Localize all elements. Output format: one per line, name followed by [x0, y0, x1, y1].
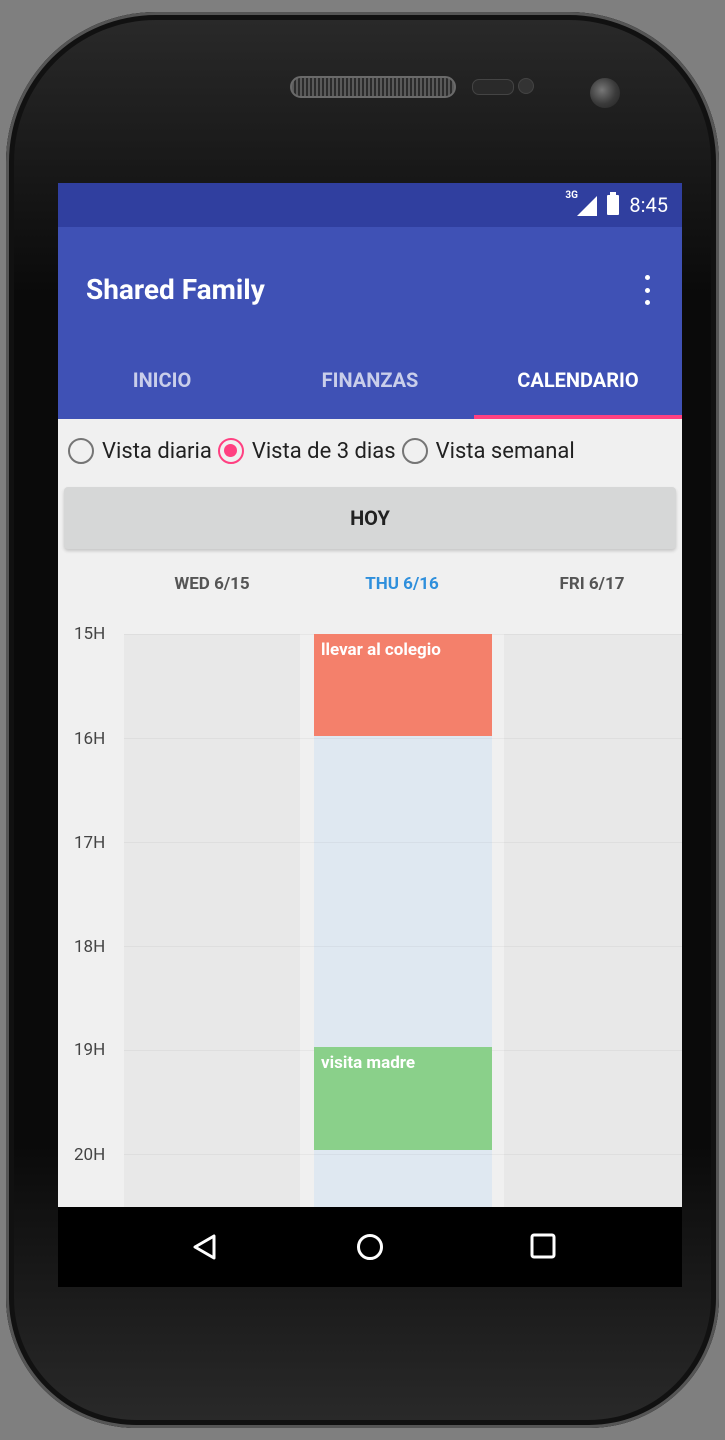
tab-finanzas[interactable]: FINANZAS	[266, 347, 474, 419]
day-column-fri[interactable]	[504, 634, 682, 1287]
hour-gridline	[124, 1154, 682, 1155]
radio-label: Vista semanal	[435, 438, 575, 464]
event-llevar-al-colegio[interactable]: llevar al colegio	[314, 634, 492, 736]
battery-icon	[607, 192, 620, 215]
hour-gridline	[124, 738, 682, 739]
hour-label: 19H	[74, 1040, 106, 1060]
event-visita-madre[interactable]: visita madre	[314, 1047, 492, 1150]
tab-bar: INICIO FINANZAS CALENDARIO	[58, 347, 682, 419]
tab-calendario[interactable]: CALENDARIO	[474, 347, 682, 419]
radio-checked-icon[interactable]	[217, 438, 244, 464]
radio-unchecked-icon[interactable]	[68, 438, 94, 464]
status-bar: 3G 8:45	[58, 183, 682, 227]
signal-icon: 3G	[565, 190, 598, 216]
today-button[interactable]: HOY	[64, 487, 676, 549]
home-icon[interactable]	[356, 1233, 384, 1261]
proximity-sensor	[472, 79, 514, 95]
hour-label: 17H	[74, 833, 106, 853]
back-icon[interactable]	[192, 1233, 218, 1261]
hour-label: 15H	[74, 624, 106, 644]
light-sensor	[518, 78, 534, 94]
radio-unchecked-icon[interactable]	[401, 438, 428, 464]
view-mode-radio-group: Vista diaria Vista de 3 dias Vista seman…	[58, 419, 682, 483]
hour-label: 16H	[74, 729, 106, 749]
recents-icon[interactable]	[530, 1233, 556, 1259]
radio-label: Vista diaria	[102, 438, 212, 464]
hour-gridline	[124, 946, 682, 947]
app-bar: Shared Family INICIO FINANZAS CALENDARIO	[58, 227, 682, 419]
radio-vista-3-dias[interactable]: Vista de 3 dias	[217, 438, 396, 464]
calendar-week-view: WED 6/15 THU 6/16 FRI 6/17 15H 16H 17H 1…	[58, 549, 682, 1287]
hour-label: 20H	[74, 1145, 106, 1165]
front-camera-icon	[590, 78, 620, 108]
overflow-menu-icon[interactable]	[642, 275, 652, 305]
app-title: Shared Family	[86, 273, 265, 306]
network-type-label: 3G	[565, 190, 578, 201]
radio-vista-semanal[interactable]: Vista semanal	[401, 438, 575, 464]
radio-label: Vista de 3 dias	[251, 438, 396, 464]
day-column-wed[interactable]	[124, 634, 300, 1287]
status-time: 8:45	[629, 193, 668, 217]
day-header-fri: FRI 6/17	[559, 574, 625, 594]
hour-gridline	[124, 842, 682, 843]
tab-inicio[interactable]: INICIO	[58, 347, 266, 419]
day-header-wed: WED 6/15	[174, 574, 250, 594]
system-nav-bar	[58, 1207, 682, 1287]
day-header-thu: THU 6/16	[365, 574, 439, 594]
radio-vista-diaria[interactable]: Vista diaria	[68, 438, 212, 464]
earpiece-speaker	[290, 76, 456, 98]
device-screen: 3G 8:45 Shared Family INICIO FINANZAS CA…	[58, 183, 682, 1287]
hour-label: 18H	[74, 937, 106, 957]
